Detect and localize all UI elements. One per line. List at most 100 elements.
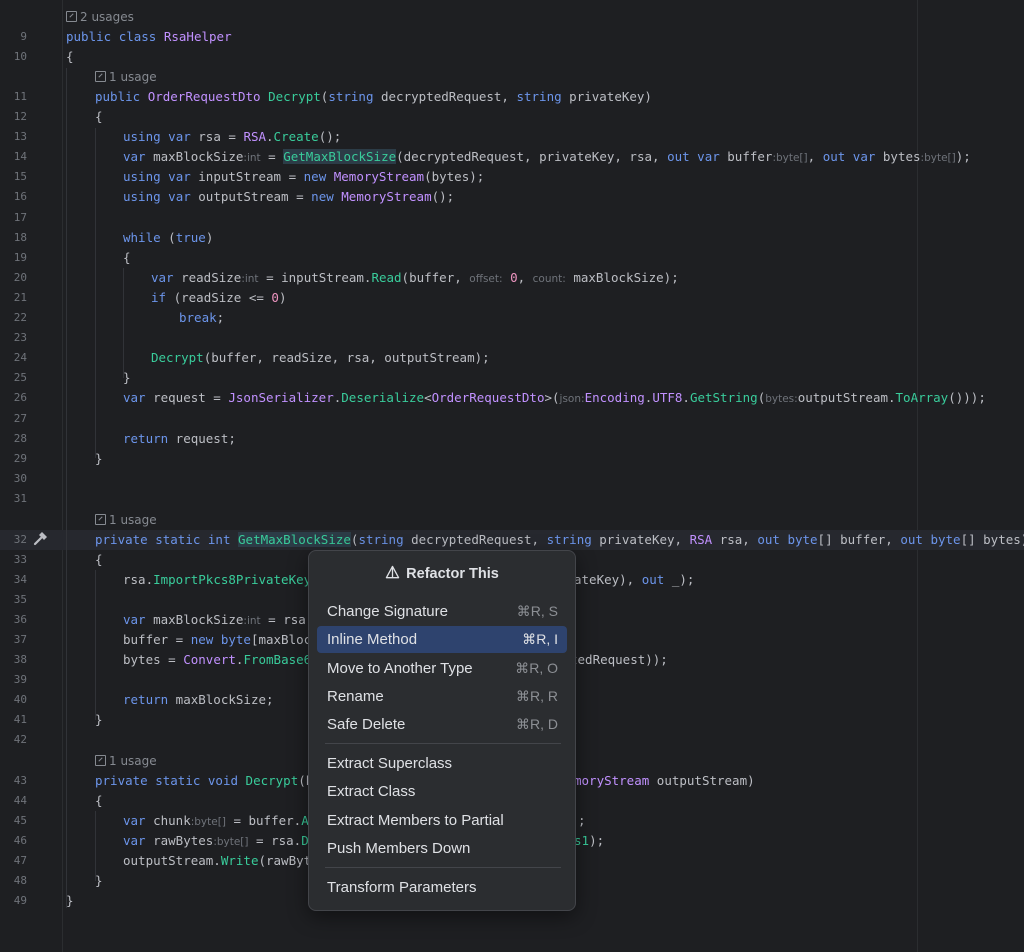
- code-line-fragment[interactable]: ;: [578, 811, 586, 831]
- menu-separator: [325, 867, 561, 868]
- code-line[interactable]: while (true): [123, 228, 213, 248]
- refactor-this-popup[interactable]: Refactor This Change Signature ⌘R, S Inli…: [308, 550, 576, 911]
- code-line[interactable]: break;: [179, 308, 224, 328]
- usages-hint[interactable]: 2 usages: [66, 7, 134, 27]
- code-line[interactable]: }: [123, 368, 131, 388]
- usages-hint[interactable]: 1 usage: [95, 751, 157, 771]
- code-line[interactable]: buffer = new byte[maxBlock: [123, 630, 319, 650]
- indent-guide: [66, 68, 67, 908]
- line-number: 15: [13, 170, 27, 183]
- code-line[interactable]: {: [66, 47, 74, 67]
- code-line[interactable]: return maxBlockSize;: [123, 690, 274, 710]
- menu-item-change-signature[interactable]: Change Signature ⌘R, S: [317, 598, 567, 625]
- menu-separator: [325, 743, 561, 744]
- line-number: 43: [13, 774, 27, 787]
- line-number: 32: [13, 533, 27, 546]
- menu-item-move-to-another-type[interactable]: Move to Another Type ⌘R, O: [317, 655, 567, 682]
- line-number: 9: [20, 30, 27, 43]
- line-number: 42: [13, 733, 27, 746]
- code-line[interactable]: {: [95, 550, 103, 570]
- line-number: 44: [13, 794, 27, 807]
- code-line[interactable]: }: [95, 710, 103, 730]
- line-number: 31: [13, 492, 27, 505]
- code-line[interactable]: var maxBlockSize:int = GetMaxBlockSize(d…: [123, 147, 971, 167]
- code-line-fragment[interactable]: moryStream outputStream): [574, 771, 755, 791]
- menu-item-transform-parameters[interactable]: Transform Parameters: [317, 874, 567, 901]
- line-number: 14: [13, 150, 27, 163]
- code-line[interactable]: {: [95, 107, 103, 127]
- right-margin-guide: [917, 0, 918, 952]
- code-line[interactable]: using var rsa = RSA.Create();: [123, 127, 341, 147]
- menu-item-extract-class[interactable]: Extract Class: [317, 778, 567, 805]
- menu-item-extract-members-to-partial[interactable]: Extract Members to Partial: [317, 807, 567, 834]
- code-line[interactable]: return request;: [123, 429, 236, 449]
- line-number: 27: [13, 412, 27, 425]
- line-number: 36: [13, 613, 27, 626]
- code-line[interactable]: }: [66, 891, 74, 911]
- code-line[interactable]: outputStream.Write(rawByte: [123, 851, 319, 871]
- line-number: 41: [13, 713, 27, 726]
- hammer-icon[interactable]: [33, 531, 49, 547]
- indent-guide: [123, 268, 124, 378]
- line-number: 21: [13, 291, 27, 304]
- line-number: 48: [13, 874, 27, 887]
- code-line[interactable]: var chunk:byte[] = buffer.A: [123, 811, 309, 831]
- line-number: 40: [13, 693, 27, 706]
- indent-guide: [95, 128, 96, 458]
- line-number: 11: [13, 90, 27, 103]
- line-number: 45: [13, 814, 27, 827]
- menu-item-rename[interactable]: Rename ⌘R, R: [317, 683, 567, 710]
- line-number: 25: [13, 371, 27, 384]
- line-number: 20: [13, 271, 27, 284]
- menu-item-inline-method[interactable]: Inline Method ⌘R, I: [317, 626, 567, 653]
- code-line-fragment[interactable]: s1);: [574, 831, 604, 851]
- code-line[interactable]: var rawBytes:byte[] = rsa.De: [123, 831, 316, 851]
- line-number: 23: [13, 331, 27, 344]
- code-line[interactable]: using var inputStream = new MemoryStream…: [123, 167, 484, 187]
- refactor-icon: [385, 565, 400, 579]
- usage-arrow-icon: [95, 514, 106, 525]
- usage-arrow-icon: [95, 71, 106, 82]
- code-line[interactable]: var request = JsonSerializer.Deserialize…: [123, 388, 986, 408]
- code-line[interactable]: bytes = Convert.FromBase64: [123, 650, 319, 670]
- line-number: 28: [13, 432, 27, 445]
- menu-item-push-members-down[interactable]: Push Members Down: [317, 835, 567, 862]
- gutter-separator: [62, 0, 63, 952]
- code-line[interactable]: private static void Decrypt(by: [95, 771, 321, 791]
- code-line-fragment[interactable]: tedRequest));: [570, 650, 668, 670]
- menu-item-extract-superclass[interactable]: Extract Superclass: [317, 750, 567, 777]
- usages-hint[interactable]: 1 usage: [95, 510, 157, 530]
- line-number: 10: [13, 50, 27, 63]
- line-number: 16: [13, 190, 27, 203]
- code-line[interactable]: }: [95, 449, 103, 469]
- usages-hint[interactable]: 1 usage: [95, 67, 157, 87]
- line-number: 12: [13, 110, 27, 123]
- code-line[interactable]: public class RsaHelper: [66, 27, 232, 47]
- line-number: 13: [13, 130, 27, 143]
- code-line[interactable]: }: [95, 871, 103, 891]
- line-number: 46: [13, 834, 27, 847]
- line-number: 30: [13, 472, 27, 485]
- menu-item-safe-delete[interactable]: Safe Delete ⌘R, D: [317, 711, 567, 738]
- line-number: 34: [13, 573, 27, 586]
- line-number: 38: [13, 653, 27, 666]
- code-line[interactable]: using var outputStream = new MemoryStrea…: [123, 187, 454, 207]
- code-line[interactable]: {: [123, 248, 131, 268]
- line-number: 24: [13, 351, 27, 364]
- code-line[interactable]: if (readSize <= 0): [151, 288, 286, 308]
- line-number: 18: [13, 231, 27, 244]
- line-number: 26: [13, 391, 27, 404]
- code-line[interactable]: var maxBlockSize:int = rsa.: [123, 610, 313, 630]
- line-number: 39: [13, 673, 27, 686]
- code-line[interactable]: var readSize:int = inputStream.Read(buff…: [151, 268, 679, 288]
- code-line[interactable]: public OrderRequestDto Decrypt(string de…: [95, 87, 652, 107]
- popup-title: Refactor This: [309, 563, 575, 585]
- line-number: 17: [13, 211, 27, 224]
- code-line-fragment[interactable]: ateKey), out _);: [574, 570, 694, 590]
- code-line[interactable]: {: [95, 791, 103, 811]
- code-line[interactable]: private static int GetMaxBlockSize(strin…: [95, 530, 1024, 550]
- line-number: 35: [13, 593, 27, 606]
- code-line[interactable]: rsa.ImportPkcs8PrivateKey(: [123, 570, 319, 590]
- line-number: 37: [13, 633, 27, 646]
- code-line[interactable]: Decrypt(buffer, readSize, rsa, outputStr…: [151, 348, 490, 368]
